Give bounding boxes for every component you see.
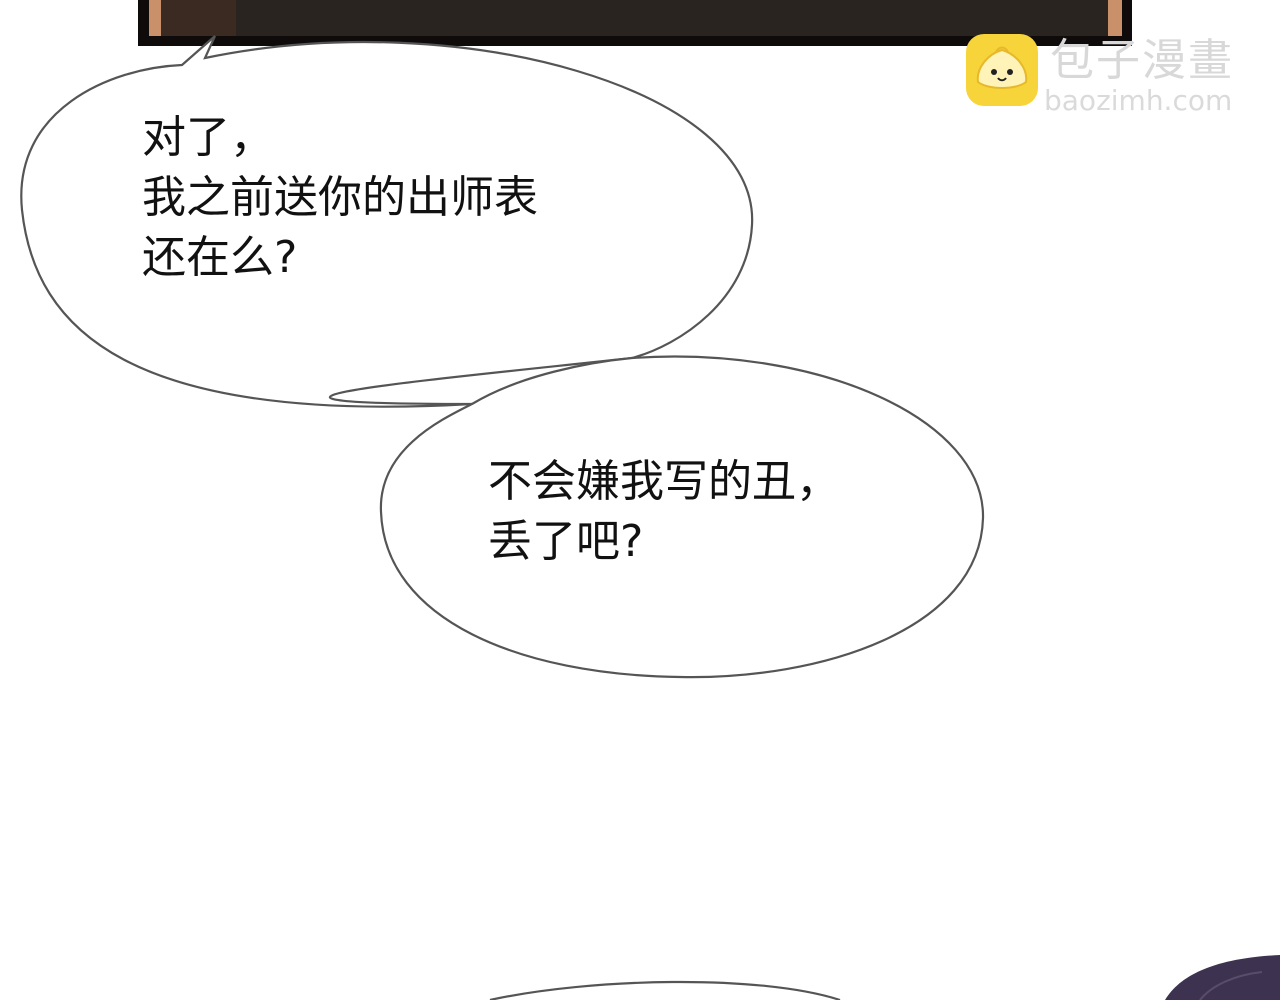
character-hair-fragment: [1165, 955, 1280, 1000]
dialogue-line: 我之前送你的出师表: [142, 172, 538, 223]
dialogue-line: 不会嫌我写的丑，: [488, 456, 840, 507]
dialogue-line: 对了，: [142, 112, 274, 163]
next-speech-bubble-edge: [489, 980, 841, 1000]
dialogue-line: 丢了吧?: [488, 516, 644, 567]
speech-bubble-2-text: 不会嫌我写的丑， 丢了吧?: [488, 452, 840, 572]
speech-bubble-1-text: 对了， 我之前送你的出师表 还在么?: [142, 108, 538, 288]
comic-page: 对了， 我之前送你的出师表 还在么? 不会嫌我写的丑， 丢了吧? 包子漫畫 ba…: [0, 0, 1280, 1000]
watermark-site-url: baozimh.com: [1044, 84, 1233, 117]
dialogue-line: 还在么?: [142, 232, 298, 283]
steamed-bun-icon: [966, 34, 1038, 106]
watermark-site-name: 包子漫畫: [1050, 35, 1234, 86]
site-watermark: 包子漫畫 baozimh.com: [966, 34, 1266, 118]
